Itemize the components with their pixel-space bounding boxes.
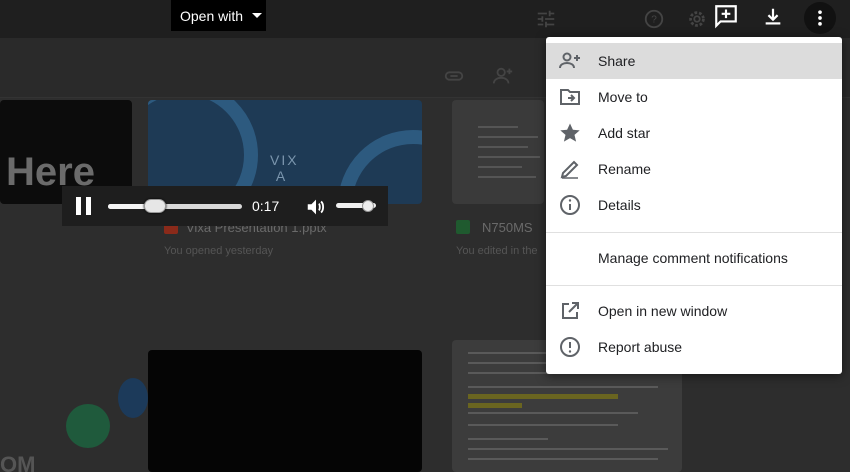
svg-text:?: ?: [651, 15, 657, 26]
chevron-down-icon: [252, 13, 263, 18]
sheet-row: [478, 136, 538, 138]
file-thumbnail-sheet[interactable]: [452, 100, 544, 204]
thumbnail-text: VIX A: [270, 152, 299, 184]
settings-icon[interactable]: [685, 7, 709, 31]
doc-line: [468, 458, 658, 460]
doc-line: [468, 412, 638, 414]
decorative-circle: [118, 378, 148, 418]
menu-item-move-to[interactable]: Move to: [546, 79, 842, 115]
context-menu: Share Move to Add star Rename Details Ma…: [546, 37, 842, 374]
menu-item-manage-comment-notifications[interactable]: Manage comment notifications: [546, 240, 842, 276]
open-with-button[interactable]: Open with: [171, 0, 266, 31]
decorative-circle: [66, 404, 110, 448]
file-name[interactable]: N750MS: [482, 220, 533, 235]
file-activity: You opened yesterday: [164, 245, 274, 257]
report-icon: [558, 335, 582, 359]
download-icon[interactable]: [760, 4, 786, 30]
open-in-new-icon: [558, 299, 582, 323]
move-to-folder-icon: [558, 85, 582, 109]
pencil-icon: [558, 157, 582, 181]
drive-preview-screen: Here VIX A Vixa Presentation 1.pptx You …: [0, 0, 850, 472]
menu-item-open-in-new-window[interactable]: Open in new window: [546, 293, 842, 329]
doc-line: [468, 438, 548, 440]
help-icon[interactable]: ?: [642, 7, 666, 31]
pause-icon: [86, 197, 91, 215]
menu-item-details[interactable]: Details: [546, 187, 842, 223]
filter-icon[interactable]: [534, 7, 558, 31]
menu-item-add-star[interactable]: Add star: [546, 115, 842, 151]
menu-divider: [546, 232, 842, 233]
menu-item-label: Add star: [598, 125, 651, 141]
person-add-icon: [558, 49, 582, 73]
add-person-icon[interactable]: [490, 64, 516, 88]
file-activity: You edited in the: [456, 245, 538, 257]
sheet-row: [478, 166, 522, 168]
doc-highlight: [468, 394, 618, 399]
menu-item-label: Rename: [598, 161, 651, 177]
sheet-row: [478, 176, 536, 178]
menu-divider: [546, 285, 842, 286]
volume-button[interactable]: [304, 196, 328, 223]
file-thumbnail-dark[interactable]: [148, 350, 422, 472]
doc-line: [468, 386, 658, 388]
menu-item-label: Move to: [598, 89, 648, 105]
info-icon: [558, 193, 582, 217]
media-player-controls: 0:17: [62, 186, 388, 226]
open-with-label: Open with: [180, 7, 244, 24]
sheet-row: [478, 156, 540, 158]
elapsed-time: 0:17: [252, 198, 280, 214]
pause-icon: [76, 197, 81, 215]
seek-handle[interactable]: [143, 199, 166, 213]
menu-item-label: Open in new window: [598, 303, 728, 319]
menu-item-label: Share: [598, 53, 636, 69]
add-comment-icon[interactable]: [712, 2, 740, 30]
star-icon: [558, 121, 582, 145]
volume-icon: [307, 199, 325, 215]
menu-item-report-abuse[interactable]: Report abuse: [546, 329, 842, 365]
volume-handle[interactable]: [362, 200, 374, 212]
doc-line: [468, 448, 668, 450]
more-vert-icon[interactable]: [804, 2, 836, 34]
sheets-file-icon: [456, 220, 470, 234]
pause-button[interactable]: [76, 197, 92, 215]
menu-item-label: Details: [598, 197, 641, 213]
menu-item-rename[interactable]: Rename: [546, 151, 842, 187]
thumbnail-text: OM: [0, 452, 36, 472]
link-icon[interactable]: [442, 64, 466, 88]
doc-highlight: [468, 403, 522, 408]
doc-line: [468, 424, 618, 426]
sheet-row: [478, 126, 518, 128]
menu-item-label: Manage comment notifications: [598, 250, 788, 266]
menu-item-share[interactable]: Share: [546, 43, 842, 79]
menu-item-label: Report abuse: [598, 339, 683, 355]
sheet-row: [478, 146, 528, 148]
